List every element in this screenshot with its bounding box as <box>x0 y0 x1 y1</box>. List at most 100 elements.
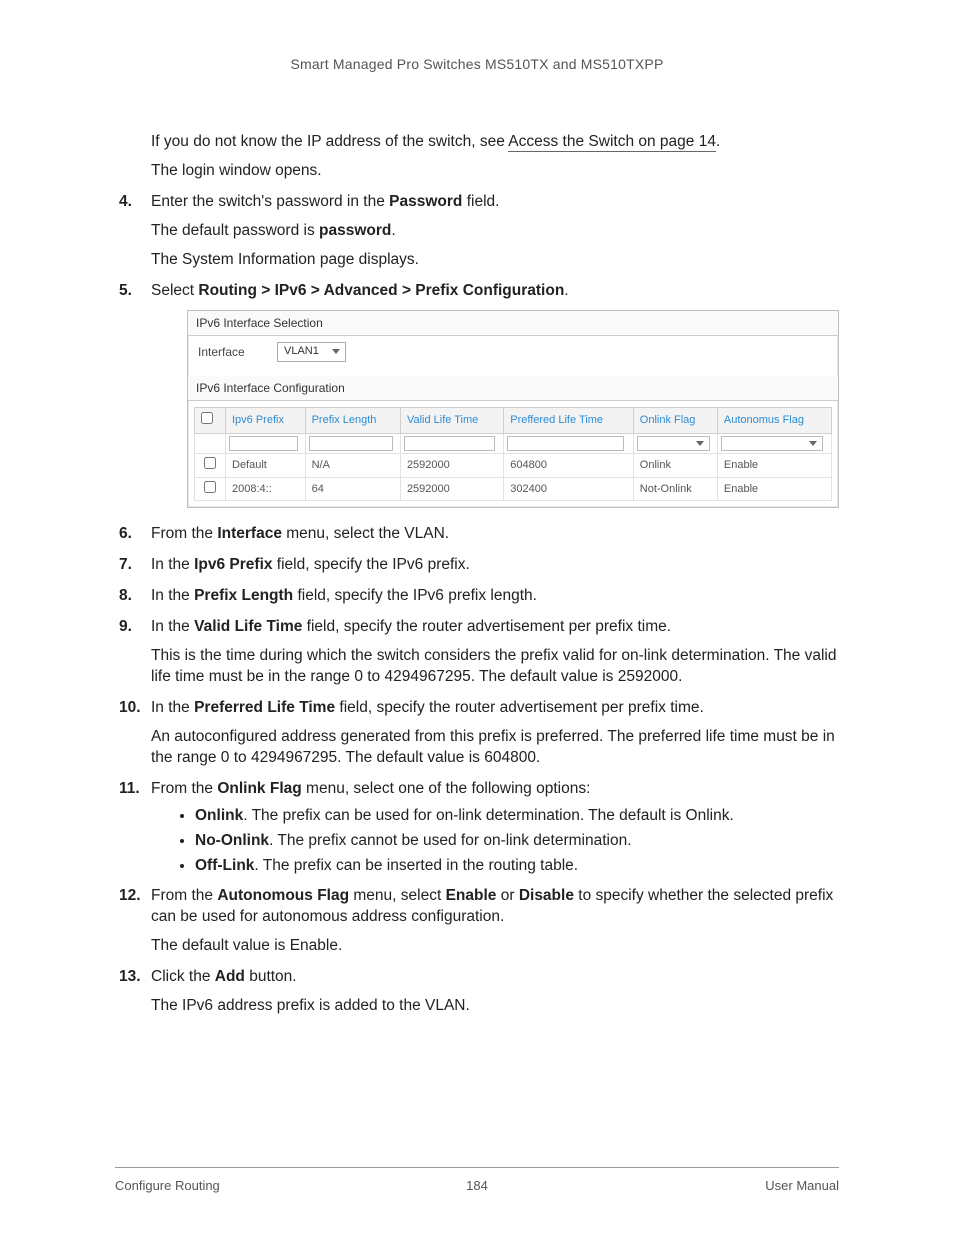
preferred-life-time-input[interactable] <box>507 436 623 451</box>
cell: 64 <box>305 477 400 501</box>
table-row: 2008:4:: 64 2592000 302400 Not-Onlink En… <box>195 477 832 501</box>
step-4: Enter the switch's password in the Passw… <box>115 192 839 271</box>
footer-right: User Manual <box>765 1178 839 1193</box>
row-checkbox[interactable] <box>204 481 216 493</box>
intro-line-2: The login window opens. <box>151 161 839 182</box>
text: The default password is <box>151 222 319 239</box>
interface-label: Interface <box>198 344 253 360</box>
text: menu, select one of the following option… <box>302 780 591 797</box>
list-item: Onlink. The prefix can be used for on-li… <box>195 806 839 827</box>
text: . The prefix can be inserted in the rout… <box>254 857 578 874</box>
ipv6-prefix-input[interactable] <box>229 436 298 451</box>
step-13: Click the Add button. The IPv6 address p… <box>115 967 839 1017</box>
step-11: From the Onlink Flag menu, select one of… <box>115 779 839 877</box>
step-8: In the Prefix Length field, specify the … <box>115 586 839 607</box>
footer-page-number: 184 <box>466 1178 488 1193</box>
panel-section-title-2: IPv6 Interface Configuration <box>188 376 838 401</box>
text: From the <box>151 887 217 904</box>
cell: Enable <box>717 453 831 477</box>
text: field. <box>462 193 499 210</box>
text: Select <box>151 282 198 299</box>
text-bold: Preferred Life Time <box>194 699 335 716</box>
text: field, specify the router advertisement … <box>335 699 704 716</box>
text-bold: Ipv6 Prefix <box>194 556 272 573</box>
onlink-flag-select[interactable] <box>637 436 710 451</box>
cell: 302400 <box>504 477 634 501</box>
col-ipv6-prefix: Ipv6 Prefix <box>226 407 306 433</box>
step-5: Select Routing > IPv6 > Advanced > Prefi… <box>115 281 839 509</box>
panel-section-title-1: IPv6 Interface Selection <box>188 311 838 336</box>
interface-select-value: VLAN1 <box>278 344 327 359</box>
intro-text-a: If you do not know the IP address of the… <box>151 133 508 150</box>
cell: Enable <box>717 477 831 501</box>
col-preferred-life-time: Preffered Life Time <box>504 407 634 433</box>
col-valid-life-time: Valid Life Time <box>400 407 503 433</box>
step-7: In the Ipv6 Prefix field, specify the IP… <box>115 555 839 576</box>
text: Click the <box>151 968 215 985</box>
cell: 2592000 <box>400 453 503 477</box>
text-bold: password <box>319 222 391 239</box>
prefix-length-input[interactable] <box>309 436 393 451</box>
page-footer: Configure Routing 184 User Manual <box>115 1167 839 1193</box>
config-table: Ipv6 Prefix Prefix Length Valid Life Tim… <box>194 407 832 502</box>
row-checkbox[interactable] <box>204 457 216 469</box>
content: If you do not know the IP address of the… <box>115 132 839 1017</box>
text: In the <box>151 618 194 635</box>
text-bold: Interface <box>217 525 282 542</box>
text: This is the time during which the switch… <box>151 646 839 688</box>
intro-line-1: If you do not know the IP address of the… <box>151 132 839 153</box>
text: In the <box>151 699 194 716</box>
text: field, specify the IPv6 prefix. <box>273 556 470 573</box>
cell: Onlink <box>633 453 717 477</box>
access-switch-link[interactable]: Access the Switch on page 14 <box>508 133 716 152</box>
interface-select[interactable]: VLAN1 <box>277 342 346 362</box>
col-prefix-length: Prefix Length <box>305 407 400 433</box>
text-bold: Routing > IPv6 > Advanced > Prefix Confi… <box>198 282 564 299</box>
text: An autoconfigured address generated from… <box>151 727 839 769</box>
text-bold: No-Onlink <box>195 832 269 849</box>
text-bold: Disable <box>519 887 574 904</box>
chevron-down-icon <box>809 441 817 446</box>
text: Enter the switch's password in the <box>151 193 389 210</box>
text: . <box>391 222 395 239</box>
cell: 604800 <box>504 453 634 477</box>
text: From the <box>151 525 217 542</box>
text: or <box>496 887 518 904</box>
text-bold: Add <box>215 968 245 985</box>
text-bold: Onlink Flag <box>217 780 301 797</box>
text: field, specify the router advertisement … <box>302 618 671 635</box>
cell: N/A <box>305 453 400 477</box>
text: button. <box>245 968 297 985</box>
step-12: From the Autonomous Flag menu, select En… <box>115 886 839 957</box>
text: . <box>564 282 568 299</box>
text-bold: Valid Life Time <box>194 618 302 635</box>
text-bold: Password <box>389 193 462 210</box>
col-onlink-flag: Onlink Flag <box>633 407 717 433</box>
text: . The prefix can be used for on-link det… <box>243 807 734 824</box>
list-item: Off-Link. The prefix can be inserted in … <box>195 856 839 877</box>
select-all-checkbox[interactable] <box>201 412 213 424</box>
text: The IPv6 address prefix is added to the … <box>151 996 839 1017</box>
cell: 2008:4:: <box>226 477 306 501</box>
valid-life-time-input[interactable] <box>404 436 495 451</box>
intro-text-b: . <box>716 133 720 150</box>
footer-left: Configure Routing <box>115 1178 220 1193</box>
text: From the <box>151 780 217 797</box>
text: In the <box>151 587 194 604</box>
text-bold: Onlink <box>195 807 243 824</box>
chevron-down-icon <box>332 349 340 354</box>
text: field, specify the IPv6 prefix length. <box>293 587 537 604</box>
cell: Not-Onlink <box>633 477 717 501</box>
text: In the <box>151 556 194 573</box>
text: The default value is Enable. <box>151 936 839 957</box>
text-bold: Off-Link <box>195 857 254 874</box>
page-header: Smart Managed Pro Switches MS510TX and M… <box>115 56 839 72</box>
step-10: In the Preferred Life Time field, specif… <box>115 698 839 769</box>
autonomous-flag-select[interactable] <box>721 436 823 451</box>
text-bold: Enable <box>446 887 497 904</box>
text: menu, select <box>349 887 446 904</box>
cell: Default <box>226 453 306 477</box>
table-row: Default N/A 2592000 604800 Onlink Enable <box>195 453 832 477</box>
step-6: From the Interface menu, select the VLAN… <box>115 524 839 545</box>
onlink-options: Onlink. The prefix can be used for on-li… <box>151 806 839 877</box>
